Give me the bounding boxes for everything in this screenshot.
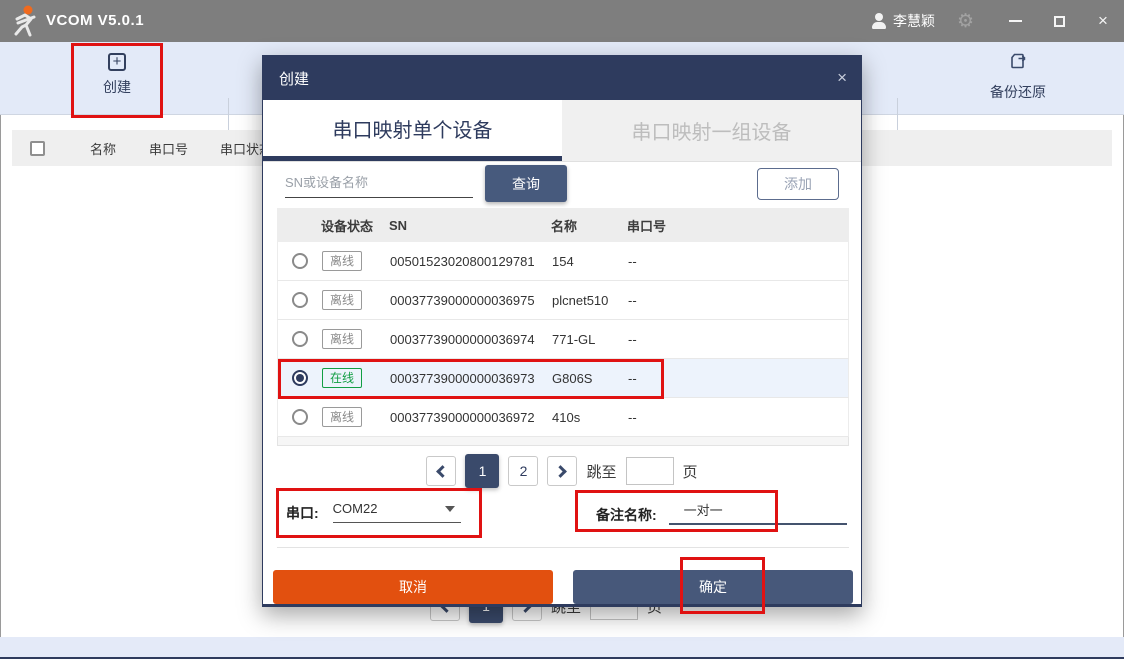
row-sn: 00037739000000036973 [390, 371, 552, 386]
serial-port-select[interactable]: COM22 [333, 500, 461, 523]
status-badge: 离线 [322, 329, 362, 349]
close-window-button[interactable]: × [1088, 0, 1118, 42]
app-title: VCOM V5.0.1 [46, 0, 144, 42]
row-port: -- [628, 371, 688, 386]
row-sn: 00501523020800129781 [390, 254, 552, 269]
device-row-selected[interactable]: 在线 00037739000000036973 G806S -- [277, 359, 849, 398]
tab-single-device[interactable]: 串口映射单个设备 [263, 100, 562, 161]
remark-value: 一对一 [684, 503, 723, 518]
query-button[interactable]: 查询 [485, 165, 567, 202]
device-row[interactable]: 离线 00037739000000036972 410s -- [277, 398, 849, 437]
chevron-down-icon [445, 506, 455, 512]
device-row[interactable]: 离线 00037739000000036974 771-GL -- [277, 320, 849, 359]
col-port: 串口号 [627, 216, 687, 235]
create-button-label: 创建 [103, 77, 131, 97]
status-badge: 离线 [322, 407, 362, 427]
row-sn: 00037739000000036975 [390, 293, 552, 308]
remark-label: 备注名称: [596, 505, 657, 525]
user-icon [871, 13, 887, 29]
row-port: -- [628, 332, 688, 347]
device-table-header: 设备状态 SN 名称 串口号 [277, 208, 849, 242]
main-col-name: 名称 [90, 139, 116, 158]
select-all-checkbox[interactable] [30, 141, 45, 156]
titlebar-controls: 李慧颖 ⚙ × [871, 0, 1124, 42]
col-device-status: 设备状态 [321, 216, 389, 235]
status-badge: 离线 [322, 290, 362, 310]
row-name: plcnet510 [552, 293, 628, 308]
app-logo-icon [10, 4, 42, 38]
modal-page-button[interactable]: 2 [508, 456, 538, 486]
row-sn: 00037739000000036972 [390, 410, 552, 425]
row-radio[interactable] [292, 331, 308, 347]
add-button[interactable]: 添加 [757, 168, 839, 200]
row-radio[interactable] [292, 370, 308, 386]
settings-gear-icon[interactable]: ⚙ [957, 10, 974, 33]
page-unit: 页 [683, 461, 698, 482]
modal-page-button[interactable]: 1 [465, 454, 499, 488]
sn-search-input[interactable] [285, 168, 473, 198]
next-page-button[interactable] [547, 456, 577, 486]
status-bar [0, 637, 1124, 657]
prev-page-button[interactable] [426, 456, 456, 486]
jump-label: 跳至 [586, 461, 616, 482]
row-radio[interactable] [292, 292, 308, 308]
device-table: 设备状态 SN 名称 串口号 离线 00501523020800129781 1… [277, 208, 849, 446]
horizontal-scrollbar[interactable] [277, 437, 849, 446]
col-name: 名称 [551, 216, 627, 235]
cancel-button[interactable]: 取消 [273, 570, 553, 604]
dialog-pagination: 1 2 跳至 页 [263, 454, 861, 488]
jump-page-input[interactable] [626, 457, 674, 485]
status-badge: 离线 [322, 251, 362, 271]
device-row[interactable]: 离线 00501523020800129781 154 -- [277, 242, 849, 281]
dialog-tabs: 串口映射单个设备 串口映射一组设备 [263, 100, 861, 162]
dialog-close-icon[interactable]: × [837, 56, 847, 100]
col-sn: SN [389, 218, 551, 233]
user-name[interactable]: 李慧颖 [893, 11, 935, 31]
row-port: -- [628, 410, 688, 425]
create-dialog: 创建 × 串口映射单个设备 串口映射一组设备 查询 添加 设备状态 SN 名称 … [262, 55, 862, 607]
device-row[interactable]: 离线 00037739000000036975 plcnet510 -- [277, 281, 849, 320]
remark-input[interactable]: 一对一 [669, 500, 847, 525]
row-name: G806S [552, 371, 628, 386]
app-window: VCOM V5.0.1 李慧颖 ⚙ × + 创建 备份还原 [0, 0, 1124, 659]
row-name: 154 [552, 254, 628, 269]
divider [277, 547, 849, 548]
ok-button[interactable]: 确定 [573, 570, 853, 604]
row-port: -- [628, 254, 688, 269]
create-button[interactable]: + 创建 [72, 48, 162, 97]
remark-field: 备注名称: 一对一 [596, 500, 847, 525]
row-port: -- [628, 293, 688, 308]
backup-restore-icon [1008, 51, 1028, 76]
row-sn: 00037739000000036974 [390, 332, 552, 347]
minimize-button[interactable] [1000, 0, 1030, 42]
tab-device-group[interactable]: 串口映射一组设备 [562, 100, 861, 161]
status-badge: 在线 [322, 368, 362, 388]
main-col-port: 串口号 [149, 139, 188, 158]
backup-restore-button[interactable]: 备份还原 [973, 48, 1063, 102]
row-name: 771-GL [552, 332, 628, 347]
titlebar: VCOM V5.0.1 李慧颖 ⚙ × [0, 0, 1124, 42]
row-name: 410s [552, 410, 628, 425]
dialog-title: 创建 [279, 68, 309, 89]
serial-port-field: 串口: COM22 [286, 500, 461, 523]
maximize-button[interactable] [1044, 0, 1074, 42]
serial-port-label: 串口: [286, 503, 319, 523]
serial-port-value: COM22 [333, 501, 378, 516]
row-radio[interactable] [292, 253, 308, 269]
backup-restore-label: 备份还原 [990, 82, 1046, 102]
dialog-header: 创建 × [263, 56, 861, 100]
create-plus-icon: + [108, 53, 126, 71]
row-radio[interactable] [292, 409, 308, 425]
